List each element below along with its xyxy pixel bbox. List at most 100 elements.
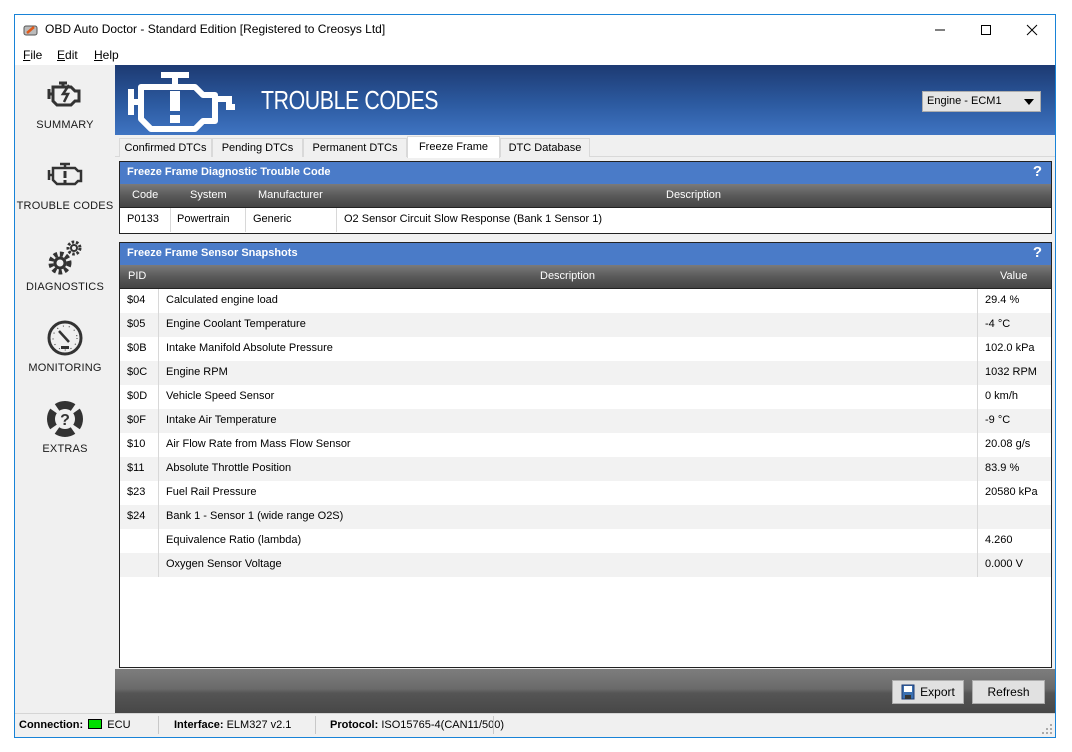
snapshot-value: -9 °C (985, 414, 1011, 426)
maximize-button[interactable] (963, 15, 1009, 45)
status-bar: Connection: ECU Interface: ELM327 v2.1 P… (15, 713, 1055, 737)
col-value[interactable]: Value (1000, 270, 1027, 282)
ecu-select[interactable]: Engine - ECM1 (922, 91, 1041, 112)
app-window: OBD Auto Doctor - Standard Edition [Regi… (14, 14, 1056, 738)
snapshot-pid: $24 (127, 510, 146, 522)
sidebar-label-summary: SUMMARY (36, 119, 94, 131)
sidebar-label-extras: EXTRAS (42, 443, 88, 455)
tab-pending-dtcs[interactable]: Pending DTCs (212, 138, 303, 157)
dtc-panel-title: Freeze Frame Diagnostic Trouble Code (127, 166, 331, 178)
window-title: OBD Auto Doctor - Standard Edition [Regi… (45, 22, 386, 36)
sidebar-item-extras[interactable]: ? EXTRAS (15, 401, 115, 477)
menu-file[interactable]: File (23, 48, 42, 62)
table-row[interactable]: $24 Bank 1 - Sensor 1 (wide range O2S) (120, 505, 1051, 529)
snapshot-value: 83.9 % (985, 462, 1020, 474)
gears-icon (48, 240, 82, 275)
dtc-code: P0133 (127, 213, 159, 225)
table-row[interactable]: P0133 Powertrain Generic O2 Sensor Circu… (120, 208, 1051, 232)
title-bar: OBD Auto Doctor - Standard Edition [Regi… (15, 15, 1055, 45)
snapshot-pid: $0F (127, 414, 146, 426)
snapshot-pid: $0C (127, 366, 148, 378)
table-row[interactable]: $0B Intake Manifold Absolute Pressure 102.… (120, 337, 1051, 361)
table-row[interactable]: Equivalence Ratio (lambda) 4.260 (120, 529, 1051, 553)
gauge-icon (47, 320, 83, 356)
refresh-button[interactable]: Refresh (972, 680, 1045, 704)
dtc-column-header: Code System Manufacturer Description (120, 184, 1051, 208)
tab-bar: Confirmed DTCs Pending DTCs Permanent DT… (115, 135, 1055, 158)
table-row[interactable]: $0C Engine RPM 1032 RPM (120, 361, 1051, 385)
snapshot-value: 29.4 % (985, 294, 1020, 306)
close-button[interactable] (1009, 15, 1055, 45)
connection-led-icon (88, 719, 103, 729)
engine-flash-icon (47, 81, 81, 107)
table-row[interactable]: $05 Engine Coolant Temperature -4 °C (120, 313, 1051, 337)
snapshot-value: -4 °C (985, 318, 1011, 330)
snapshot-description: Oxygen Sensor Voltage (166, 558, 282, 570)
sidebar-item-summary[interactable]: SUMMARY (15, 77, 115, 153)
close-icon (1026, 24, 1038, 36)
snapshot-description: Engine RPM (166, 366, 228, 378)
tab-confirmed-dtcs[interactable]: Confirmed DTCs (119, 138, 212, 157)
page-banner: TROUBLE CODES Engine - ECM1 (115, 65, 1055, 135)
snapshot-pid: $10 (127, 438, 146, 450)
engine-warning-icon (128, 72, 235, 132)
minimize-icon (935, 29, 945, 31)
menu-edit[interactable]: Edit (57, 48, 78, 62)
sidebar-label-diagnostics: DIAGNOSTICS (26, 281, 104, 293)
snapshot-pid: $0D (127, 390, 148, 402)
col-description[interactable]: Description (666, 189, 721, 201)
snapshot-description: Bank 1 - Sensor 1 (wide range O2S) (166, 510, 344, 522)
table-row[interactable]: $0F Intake Air Temperature -9 °C (120, 409, 1051, 433)
table-row[interactable]: $23 Fuel Rail Pressure 20580 kPa (120, 481, 1051, 505)
snapshot-value: 1032 RPM (985, 366, 1037, 378)
table-row[interactable]: $0D Vehicle Speed Sensor 0 km/h (120, 385, 1051, 409)
col-manufacturer[interactable]: Manufacturer (258, 189, 323, 201)
menu-bar: File Edit Help (15, 45, 1055, 65)
snapshot-value: 4.260 (985, 534, 1013, 546)
col-code[interactable]: Code (132, 189, 158, 201)
col-system[interactable]: System (190, 189, 227, 201)
snapshot-description: Absolute Throttle Position (166, 462, 292, 474)
snapshot-pid: $04 (127, 294, 146, 306)
sidebar-item-monitoring[interactable]: MONITORING (15, 320, 115, 396)
dtc-system: Powertrain (177, 213, 230, 225)
menu-help[interactable]: Help (94, 48, 119, 62)
snapshot-description: Intake Air Temperature (166, 414, 277, 426)
snapshot-table-body: $04 Calculated engine load 29.4 % $05 Engine… (120, 289, 1051, 665)
snapshot-value: 20580 kPa (985, 486, 1038, 498)
tab-dtc-database[interactable]: DTC Database (500, 138, 590, 157)
dtc-description: O2 Sensor Circuit Slow Response (Bank 1 … (344, 213, 603, 225)
help-icon[interactable]: ? (1033, 244, 1042, 261)
table-row[interactable]: $04 Calculated engine load 29.4 % (120, 289, 1051, 313)
snapshot-description: Intake Manifold Absolute Pressure (166, 342, 333, 354)
minimize-button[interactable] (917, 15, 963, 45)
export-label: Export (920, 685, 955, 699)
sidebar-label-monitoring: MONITORING (28, 362, 102, 374)
snapshot-description: Calculated engine load (166, 294, 278, 306)
snapshot-description: Equivalence Ratio (lambda) (166, 534, 302, 546)
dtc-panel: Freeze Frame Diagnostic Trouble Code ? C… (119, 161, 1052, 234)
help-icon[interactable]: ? (1033, 163, 1042, 180)
tab-freeze-frame[interactable]: Freeze Frame (407, 136, 500, 158)
snapshot-panel: Freeze Frame Sensor Snapshots ? PID Desc… (119, 242, 1052, 668)
snapshot-description: Fuel Rail Pressure (166, 486, 257, 498)
col-pid[interactable]: PID (128, 270, 146, 282)
resize-grip-icon[interactable] (1042, 724, 1052, 734)
table-row[interactable]: $10 Air Flow Rate from Mass Flow Sensor 20… (120, 433, 1051, 457)
connection-status: Connection: ECU (19, 719, 131, 731)
interface-status: Interface: ELM327 v2.1 (174, 719, 292, 731)
snapshot-column-header: PID Description Value (120, 265, 1051, 289)
chevron-down-icon (1024, 99, 1034, 105)
dtc-manufacturer: Generic (253, 213, 292, 225)
snapshot-value: 0.000 V (985, 558, 1023, 570)
export-button[interactable]: Export (892, 680, 964, 704)
snapshot-value: 102.0 kPa (985, 342, 1035, 354)
maximize-icon (981, 25, 991, 35)
table-row[interactable]: $11 Absolute Throttle Position 83.9 % (120, 457, 1051, 481)
action-bar: Export Refresh (115, 669, 1055, 713)
sidebar-item-trouble-codes[interactable]: TROUBLE CODES (15, 158, 115, 234)
tab-permanent-dtcs[interactable]: Permanent DTCs (303, 138, 407, 157)
col-description[interactable]: Description (540, 270, 595, 282)
sidebar-item-diagnostics[interactable]: DIAGNOSTICS (15, 239, 115, 315)
table-row[interactable]: Oxygen Sensor Voltage 0.000 V (120, 553, 1051, 577)
